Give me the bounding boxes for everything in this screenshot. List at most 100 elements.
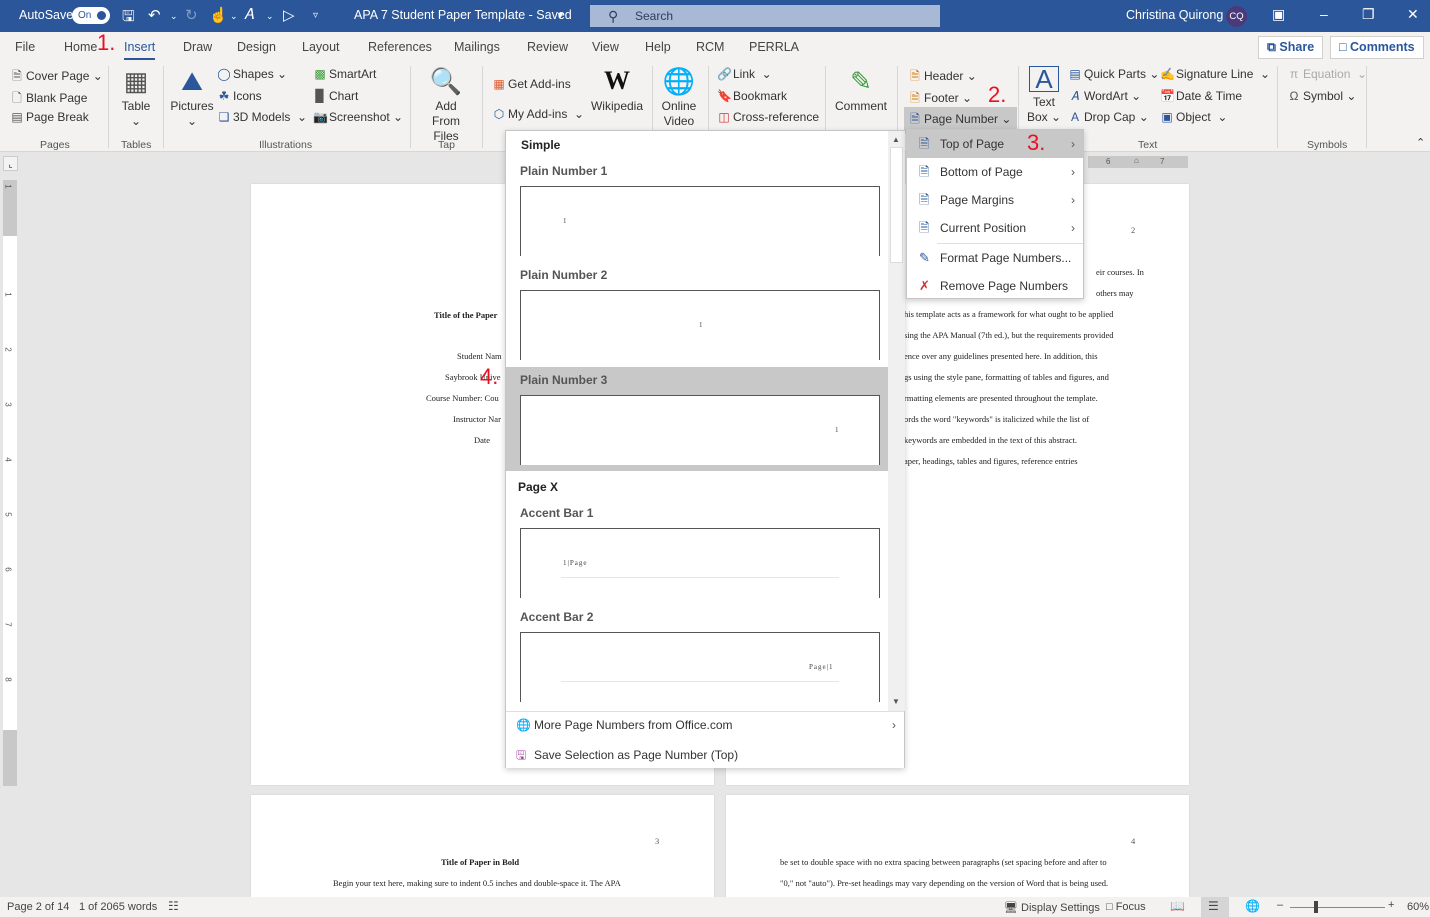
wordart-button[interactable]: 𝐴 WordArt ⌄ bbox=[1068, 89, 1141, 104]
drop-cap-button[interactable]: A Drop Cap ⌄ bbox=[1068, 110, 1149, 124]
zoom-slider-handle[interactable] bbox=[1314, 901, 1319, 913]
minimize-icon[interactable]: – bbox=[1320, 6, 1328, 22]
tab-perrla[interactable]: PERRLA bbox=[749, 40, 799, 54]
screenshot-button[interactable]: 📷Screenshot ⌄ bbox=[313, 110, 403, 124]
gallery-scrollbar[interactable]: ▲ ▼ bbox=[888, 131, 905, 711]
customize-qat-icon[interactable]: ▿ bbox=[313, 10, 318, 21]
menu-item-remove-page-numbers[interactable]: ✗ Remove Page Numbers bbox=[907, 272, 1083, 300]
zoom-in-icon[interactable]: + bbox=[1388, 899, 1394, 911]
blank-page-button[interactable]: 🗋 Blank Page bbox=[10, 89, 87, 110]
format-painter-icon[interactable]: 𝐴 bbox=[244, 6, 254, 23]
tab-design[interactable]: Design bbox=[237, 40, 276, 54]
redo-icon[interactable]: ↻ bbox=[185, 6, 198, 24]
tab-rcm[interactable]: RCM bbox=[696, 40, 724, 54]
wikipedia-button[interactable]: W Wikipedia bbox=[590, 66, 644, 114]
proofing-icon[interactable]: ☷ bbox=[168, 899, 179, 913]
tab-help[interactable]: Help bbox=[645, 40, 671, 54]
menu-item-format-page-numbers[interactable]: ✎ Format Page Numbers... bbox=[907, 244, 1083, 272]
save-icon[interactable]: 🖫 bbox=[122, 6, 135, 31]
read-aloud-icon[interactable]: ▷ bbox=[283, 6, 295, 24]
restore-icon[interactable]: ❐ bbox=[1362, 6, 1375, 23]
gallery-item-plain-number-3[interactable]: 1 bbox=[520, 395, 880, 465]
signature-line-button[interactable]: ✍Signature Line ⌄ bbox=[1160, 67, 1270, 81]
collapse-ribbon-icon[interactable]: ⌃ bbox=[1416, 136, 1425, 149]
page-4[interactable]: 4 be set to double space with no extra s… bbox=[726, 795, 1189, 897]
gallery-item-plain-number-2[interactable]: 1 bbox=[520, 290, 880, 360]
page-3[interactable]: 3 Title of Paper in Bold Begin your text… bbox=[251, 795, 714, 897]
gallery-item-plain-number-1[interactable]: 1 bbox=[520, 186, 880, 256]
symbol-button[interactable]: Ω Symbol ⌄ bbox=[1287, 89, 1357, 103]
undo-dropdown-icon[interactable]: ⌄ bbox=[170, 11, 178, 22]
quick-parts-button[interactable]: ▤ Quick Parts ⌄ bbox=[1068, 67, 1159, 81]
tab-review[interactable]: Review bbox=[527, 40, 568, 54]
online-video-button[interactable]: 🌐 Online Video bbox=[658, 66, 700, 129]
page-break-button[interactable]: ▤ Page Break bbox=[10, 110, 88, 124]
bookmark-button[interactable]: 🔖Bookmark bbox=[717, 89, 787, 103]
comment-button[interactable]: ✎ Comment bbox=[832, 66, 890, 114]
date-time-button[interactable]: 📅Date & Time bbox=[1160, 89, 1242, 103]
vertical-ruler[interactable]: 1 1 2 3 4 5 6 7 8 bbox=[3, 180, 17, 786]
focus-button[interactable]: □ Focus bbox=[1106, 901, 1146, 913]
text-box-button[interactable]: A Text Box ⌄ bbox=[1026, 66, 1062, 125]
zoom-level[interactable]: 60% bbox=[1407, 901, 1429, 913]
print-layout-icon[interactable]: ☰ bbox=[1208, 899, 1219, 913]
undo-icon[interactable]: ↶ bbox=[148, 6, 161, 24]
pictures-button[interactable]: ⛰ Pictures ⌄ bbox=[170, 66, 214, 129]
equation-button[interactable]: π Equation ⌄ bbox=[1287, 67, 1367, 81]
tab-home[interactable]: Home bbox=[64, 40, 97, 54]
read-mode-icon[interactable]: 📖 bbox=[1170, 899, 1185, 913]
title-dropdown-icon[interactable]: ▼ bbox=[556, 10, 565, 20]
more-page-numbers-item[interactable]: 🌐 More Page Numbers from Office.com bbox=[516, 718, 733, 732]
menu-item-bottom-of-page[interactable]: 🗎 Bottom of Page › bbox=[907, 158, 1083, 186]
autosave-toggle[interactable]: On bbox=[72, 7, 110, 24]
tab-layout[interactable]: Layout bbox=[302, 40, 340, 54]
ribbon-display-options-icon[interactable]: ▣ bbox=[1272, 6, 1285, 23]
display-settings-button[interactable]: 🖥 Display Settings bbox=[1004, 901, 1100, 914]
link-button[interactable]: 🔗Link ⌄ bbox=[717, 67, 772, 81]
tab-draw[interactable]: Draw bbox=[183, 40, 212, 54]
scrollbar-thumb[interactable] bbox=[890, 147, 903, 263]
add-from-files-button[interactable]: 🔍 Add From Files bbox=[418, 66, 474, 144]
3d-models-button[interactable]: ❑ 3D Models ⌄ bbox=[217, 110, 307, 124]
icons-button[interactable]: ☘ Icons bbox=[217, 89, 262, 103]
object-button[interactable]: ▣ Object ⌄ bbox=[1160, 110, 1227, 124]
shapes-button[interactable]: ◯ Shapes ⌄ bbox=[217, 67, 287, 81]
tab-references[interactable]: References bbox=[368, 40, 432, 54]
chart-button[interactable]: ▉ Chart bbox=[313, 89, 358, 103]
cover-page-button[interactable]: 🗎 Cover Page ⌄ bbox=[10, 67, 103, 88]
tab-selector[interactable]: ⌞ bbox=[3, 156, 18, 171]
tab-file[interactable]: File bbox=[15, 40, 35, 54]
avatar[interactable]: CQ bbox=[1226, 6, 1247, 27]
format-dropdown-icon[interactable]: ⌄ bbox=[266, 11, 274, 22]
menu-item-page-margins[interactable]: 🗎 Page Margins › bbox=[907, 186, 1083, 214]
document-title[interactable]: APA 7 Student Paper Template - Saved bbox=[354, 8, 572, 22]
table-button[interactable]: ▦ Table ⌄ bbox=[118, 66, 154, 129]
tab-insert[interactable]: Insert bbox=[124, 40, 156, 60]
user-name[interactable]: Christina Quirong bbox=[1126, 8, 1223, 22]
horizontal-ruler[interactable]: 6 ⌂ 7 bbox=[1088, 156, 1188, 168]
menu-item-current-position[interactable]: 🗎 Current Position › bbox=[907, 214, 1083, 242]
search-box[interactable]: ⚲ Search bbox=[590, 5, 940, 27]
close-icon[interactable]: ✕ bbox=[1407, 6, 1419, 23]
get-addins-button[interactable]: ▦ Get Add-ins bbox=[492, 77, 570, 91]
menu-item-top-of-page[interactable]: 🗎 Top of Page › bbox=[907, 130, 1083, 158]
save-selection-item[interactable]: 🖫 Save Selection as Page Number (Top) bbox=[516, 746, 738, 767]
web-layout-icon[interactable]: 🌐 bbox=[1245, 899, 1260, 913]
indent-marker-icon[interactable]: ⌂ bbox=[1134, 155, 1139, 167]
comments-button[interactable]: □ Comments bbox=[1330, 36, 1424, 59]
tab-view[interactable]: View bbox=[592, 40, 619, 54]
share-button[interactable]: ⧉ Share bbox=[1258, 36, 1324, 59]
gallery-item-accent-bar-1[interactable]: 1|Page bbox=[520, 528, 880, 598]
scroll-up-icon[interactable]: ▲ bbox=[892, 135, 900, 144]
header-button[interactable]: 🗎 Header ⌄ bbox=[908, 67, 977, 88]
tab-mailings[interactable]: Mailings bbox=[454, 40, 500, 54]
smartart-button[interactable]: ▩ SmartArt bbox=[313, 67, 376, 81]
cross-reference-button[interactable]: ◫ Cross-reference bbox=[717, 110, 819, 124]
zoom-slider[interactable] bbox=[1290, 907, 1385, 908]
word-count[interactable]: 1 of 2065 words bbox=[79, 901, 157, 913]
my-addins-button[interactable]: ⬡ My Add-ins ⌄ bbox=[492, 107, 584, 121]
page-count[interactable]: Page 2 of 14 bbox=[7, 901, 69, 913]
touch-mode-icon[interactable]: ☝ bbox=[209, 6, 228, 24]
scroll-down-icon[interactable]: ▼ bbox=[892, 697, 900, 706]
touch-dropdown-icon[interactable]: ⌄ bbox=[230, 11, 238, 22]
